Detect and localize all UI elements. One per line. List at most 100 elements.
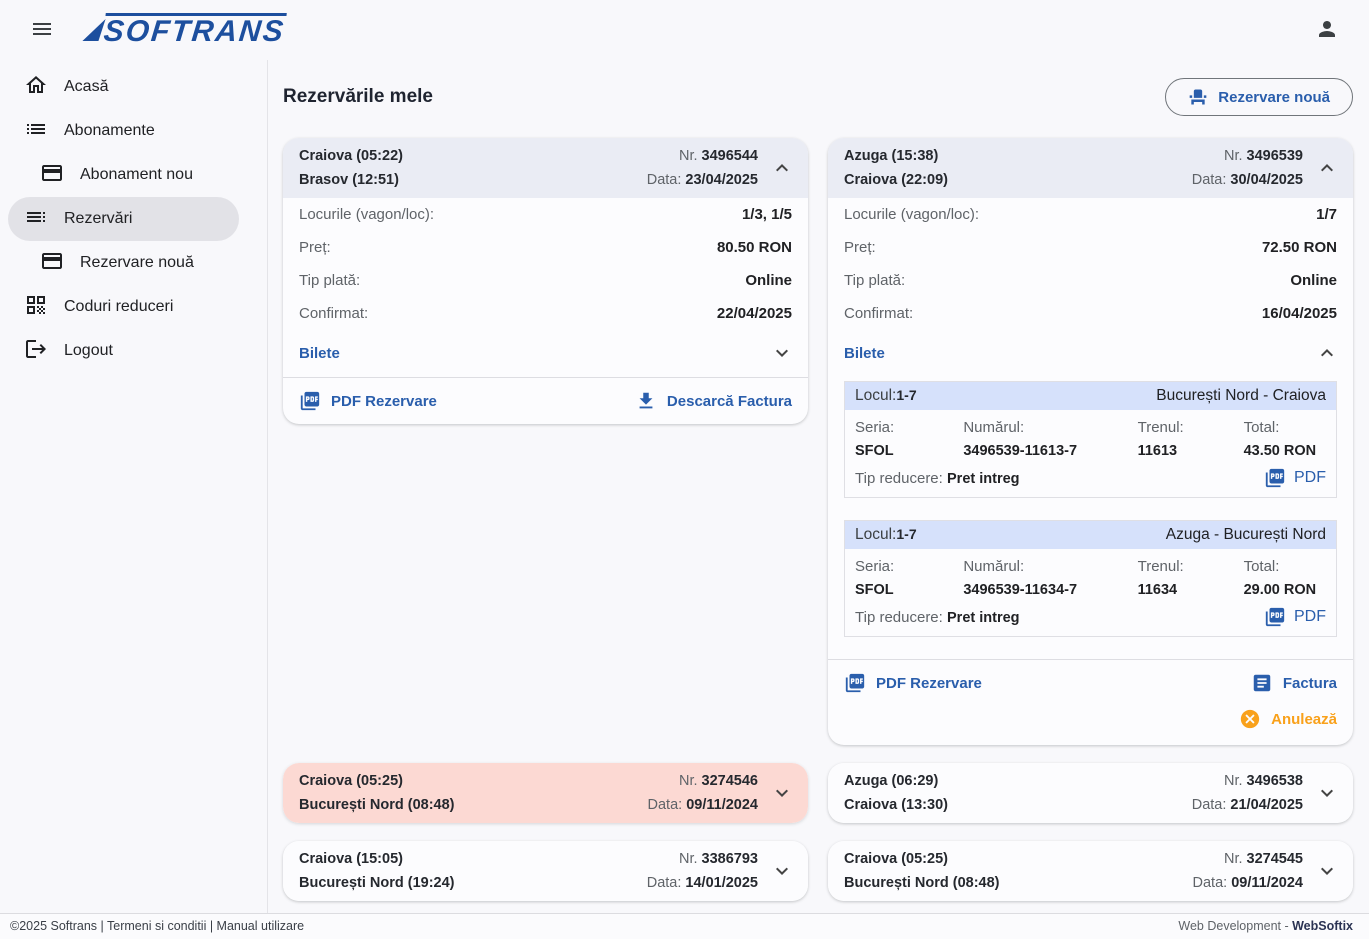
- ticket-total: 43.50 RON: [1244, 443, 1326, 459]
- ticket-series: SFOL: [855, 582, 963, 598]
- departure-station: Azuga (06:29): [844, 769, 1184, 793]
- sidebar-item-rezervari[interactable]: Rezervări: [8, 197, 239, 241]
- departure-station: Craiova (05:25): [299, 769, 640, 793]
- ticket-11634: Locul:1-7 Azuga - București Nord Seria: …: [844, 520, 1337, 637]
- reservation-number: 3496538: [1247, 773, 1303, 789]
- reservation-date: 30/04/2025: [1230, 172, 1303, 188]
- arrival-station: București Nord (08:48): [844, 871, 1185, 895]
- confirmed-value: 16/04/2025: [1262, 305, 1337, 322]
- bilete-toggle[interactable]: Bilete: [828, 330, 1353, 377]
- pdf-icon: [1264, 606, 1286, 628]
- chevron-up-icon[interactable]: [770, 156, 794, 180]
- pdf-rezervare-button[interactable]: PDF Rezervare: [299, 390, 437, 412]
- menu-icon: [30, 17, 54, 44]
- pdf-rezervare-button[interactable]: PDF Rezervare: [844, 672, 982, 694]
- sidebar-item-abonament-nou[interactable]: Abonament nou: [8, 153, 239, 197]
- departure-station: Craiova (15:05): [299, 847, 639, 871]
- ticket-seat: 1-7: [896, 387, 916, 403]
- reservation-date: 09/11/2024: [1231, 875, 1303, 891]
- arrival-station: Craiova (22:09): [844, 168, 1184, 192]
- reservation-date: 23/04/2025: [685, 172, 758, 188]
- toc-icon: [24, 205, 48, 234]
- sidebar-item-coduri-reduceri[interactable]: Coduri reduceri: [8, 285, 239, 329]
- credit-card-icon: [40, 249, 64, 278]
- reservation-header[interactable]: Azuga (06:29) Craiova (13:30) Nr. 349653…: [828, 763, 1353, 823]
- sidebar: Acasă Abonamente Abonament nou Rezervări…: [0, 60, 268, 913]
- payment-value: Online: [745, 272, 792, 289]
- ticket-number: 3496539-11613-7: [963, 443, 1137, 459]
- webdev-credit[interactable]: Web Development - WebSoftix: [1178, 919, 1353, 933]
- ticket-11613: Locul:1-7 București Nord - Craiova Seria…: [844, 381, 1337, 498]
- new-reservation-button[interactable]: Rezervare nouă: [1165, 78, 1353, 116]
- price-value: 72.50 RON: [1262, 239, 1337, 256]
- sidebar-item-label: Abonamente: [64, 122, 155, 140]
- sidebar-item-label: Coduri reduceri: [64, 298, 173, 316]
- discount-type: Pret intreg: [947, 471, 1020, 487]
- pdf-icon: [1264, 467, 1286, 489]
- sidebar-item-label: Abonament nou: [80, 166, 193, 184]
- reservation-header[interactable]: Azuga (15:38) Craiova (22:09) Nr. 349653…: [828, 138, 1353, 198]
- chevron-down-icon[interactable]: [1315, 781, 1339, 805]
- topbar: SOFTRANS: [0, 0, 1369, 60]
- download-icon: [635, 390, 657, 412]
- logo-text: SOFTRANS: [102, 13, 287, 47]
- seats-value: 1/3, 1/5: [742, 206, 792, 223]
- qr-code-icon: [24, 293, 48, 322]
- departure-station: Craiova (05:25): [844, 847, 1185, 871]
- ticket-route: Azuga - București Nord: [1166, 526, 1326, 544]
- seats-value: 1/7: [1316, 206, 1337, 223]
- page-title: Rezervările mele: [283, 86, 433, 108]
- discount-type: Pret intreg: [947, 610, 1020, 626]
- receipt-icon: [1251, 672, 1273, 694]
- reservation-number: 3386793: [702, 851, 758, 867]
- bilete-toggle[interactable]: Bilete: [283, 330, 808, 377]
- reservation-header[interactable]: Craiova (05:22) Brasov (12:51) Nr. 34965…: [283, 138, 808, 198]
- reservation-header-cancelled[interactable]: Craiova (05:25) București Nord (08:48) N…: [283, 763, 808, 823]
- sidebar-item-acasa[interactable]: Acasă: [8, 65, 239, 109]
- anuleaza-button[interactable]: Anulează: [1239, 708, 1337, 730]
- reservation-card-3496539: Azuga (15:38) Craiova (22:09) Nr. 349653…: [828, 138, 1353, 745]
- ticket-train: 11634: [1138, 582, 1244, 598]
- reservation-date: 09/11/2024: [686, 797, 758, 813]
- reservation-number: 3274545: [1247, 851, 1303, 867]
- ticket-train: 11613: [1138, 443, 1244, 459]
- ticket-series: SFOL: [855, 443, 963, 459]
- sidebar-item-label: Rezervări: [64, 210, 132, 228]
- arrival-station: București Nord (19:24): [299, 871, 639, 895]
- descarca-factura-button[interactable]: Descarcă Factura: [635, 390, 792, 412]
- ticket-pdf-button[interactable]: PDF: [1264, 606, 1326, 628]
- softrans-logo[interactable]: SOFTRANS: [86, 13, 285, 47]
- list-icon: [24, 117, 48, 146]
- sidebar-item-logout[interactable]: Logout: [8, 329, 239, 373]
- chevron-up-icon: [1315, 341, 1339, 365]
- sidebar-item-label: Acasă: [64, 78, 108, 96]
- reservation-header[interactable]: Craiova (15:05) București Nord (19:24) N…: [283, 841, 808, 901]
- reservation-card-3274546: Craiova (05:25) București Nord (08:48) N…: [283, 763, 808, 823]
- pdf-icon: [844, 672, 866, 694]
- factura-button[interactable]: Factura: [1251, 672, 1337, 694]
- sidebar-item-abonamente[interactable]: Abonamente: [8, 109, 239, 153]
- credit-card-icon: [40, 161, 64, 190]
- chevron-up-icon[interactable]: [1315, 156, 1339, 180]
- payment-value: Online: [1290, 272, 1337, 289]
- reservation-number: 3274546: [702, 773, 758, 789]
- main-content: Rezervările mele Rezervare nouă Craiova …: [268, 60, 1369, 913]
- reservation-number: 3496544: [702, 148, 758, 164]
- chevron-down-icon[interactable]: [770, 859, 794, 883]
- account-button[interactable]: [1307, 10, 1347, 50]
- ticket-seat: 1-7: [896, 526, 916, 542]
- ticket-pdf-button[interactable]: PDF: [1264, 467, 1326, 489]
- departure-station: Craiova (05:22): [299, 144, 639, 168]
- reservation-card-3274545: Craiova (05:25) București Nord (08:48) N…: [828, 841, 1353, 901]
- chevron-down-icon[interactable]: [770, 781, 794, 805]
- reservation-number: 3496539: [1247, 148, 1303, 164]
- sidebar-item-rezervare-noua[interactable]: Rezervare nouă: [8, 241, 239, 285]
- hamburger-menu-button[interactable]: [22, 10, 62, 50]
- chevron-down-icon: [770, 341, 794, 365]
- reservation-header[interactable]: Craiova (05:25) București Nord (08:48) N…: [828, 841, 1353, 901]
- sidebar-item-label: Logout: [64, 342, 113, 360]
- chevron-down-icon[interactable]: [1315, 859, 1339, 883]
- arrival-station: București Nord (08:48): [299, 793, 640, 817]
- copyright-text[interactable]: ©2025 Softrans | Termeni si conditii | M…: [10, 919, 304, 933]
- seat-icon: [1188, 87, 1208, 107]
